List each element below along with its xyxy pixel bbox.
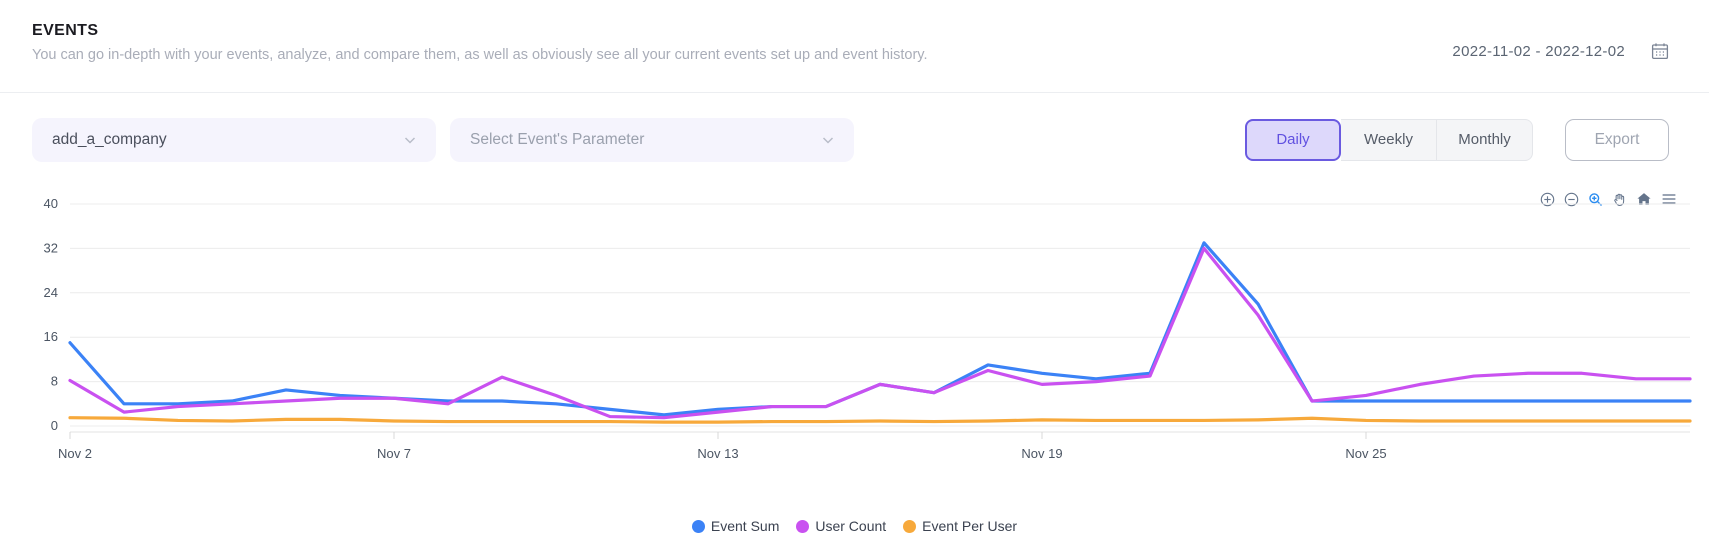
legend-label: Event Sum xyxy=(710,518,780,534)
x-axis-tick-label: Nov 13 xyxy=(697,446,738,461)
event-select[interactable]: add_a_company xyxy=(32,117,436,162)
controls-right-group: Daily Weekly Monthly Export xyxy=(1245,118,1677,161)
legend-label: User Count xyxy=(815,518,887,534)
y-axis-tick-label: 24 xyxy=(44,285,58,300)
chevron-down-icon xyxy=(402,132,418,148)
legend-color-dot xyxy=(691,519,705,533)
chart-series-line[interactable] xyxy=(68,241,1692,417)
events-page: EVENTS You can go in-depth with your eve… xyxy=(0,0,1709,542)
export-button[interactable]: Export xyxy=(1565,118,1669,161)
chart-series-group xyxy=(68,241,1692,424)
chart-x-axis-ticks: Nov 2 Nov 7 Nov 13 Nov 19 Nov 25 xyxy=(58,431,1690,461)
legend-color-dot xyxy=(796,519,810,533)
legend-item[interactable]: Event Per User xyxy=(903,518,1017,534)
legend-color-dot xyxy=(903,519,917,533)
granularity-weekly-button[interactable]: Weekly xyxy=(1341,118,1437,161)
calendar-icon[interactable] xyxy=(1651,42,1669,60)
controls-bar: add_a_company Select Event's Parameter D… xyxy=(0,93,1709,186)
x-axis-tick-label: Nov 19 xyxy=(1021,446,1062,461)
y-axis-tick-label: 0 xyxy=(51,418,58,433)
granularity-monthly-button[interactable]: Monthly xyxy=(1437,118,1533,161)
date-range-picker[interactable]: 2022-11-02 - 2022-12-02 xyxy=(1452,42,1679,60)
granularity-daily-button[interactable]: Daily xyxy=(1245,118,1341,161)
chart-series-line[interactable] xyxy=(68,416,1692,424)
chevron-down-icon xyxy=(820,132,836,148)
chart-y-axis-ticks: 0 8 16 24 32 40 xyxy=(44,196,58,433)
date-range-text[interactable]: 2022-11-02 - 2022-12-02 xyxy=(1452,43,1625,60)
granularity-segmented-control: Daily Weekly Monthly xyxy=(1245,118,1533,161)
legend-item[interactable]: User Count xyxy=(796,518,886,534)
y-axis-tick-label: 16 xyxy=(44,329,58,344)
chart-legend: Event Sum User Count Event Per User xyxy=(0,518,1709,534)
y-axis-tick-label: 32 xyxy=(44,240,58,255)
y-axis-tick-label: 40 xyxy=(44,196,58,211)
x-axis-tick-label: Nov 25 xyxy=(1345,446,1386,461)
y-axis-tick-label: 8 xyxy=(51,374,58,389)
parameter-select[interactable]: Select Event's Parameter xyxy=(450,117,854,162)
event-select-value: add_a_company xyxy=(52,130,167,148)
header-text-group: EVENTS You can go in-depth with your eve… xyxy=(32,22,927,63)
legend-item[interactable]: Event Sum xyxy=(691,518,780,534)
parameter-select-placeholder: Select Event's Parameter xyxy=(470,130,645,148)
chart-container: 0 8 16 24 32 40 Nov 2 Nov 7 Nov 13 Nov 19 Nov 25 … xyxy=(0,186,1709,542)
page-title: EVENTS xyxy=(32,22,99,39)
page-header: EVENTS You can go in-depth with your eve… xyxy=(0,0,1709,93)
x-axis-tick-label: Nov 2 xyxy=(58,446,92,461)
x-axis-tick-label: Nov 7 xyxy=(377,446,411,461)
page-subtitle: You can go in-depth with your events, an… xyxy=(32,47,928,63)
legend-label: Event Per User xyxy=(922,518,1018,534)
line-chart-plot[interactable]: 0 8 16 24 32 40 Nov 2 Nov 7 Nov 13 Nov 19 Nov 25 xyxy=(0,186,1709,542)
